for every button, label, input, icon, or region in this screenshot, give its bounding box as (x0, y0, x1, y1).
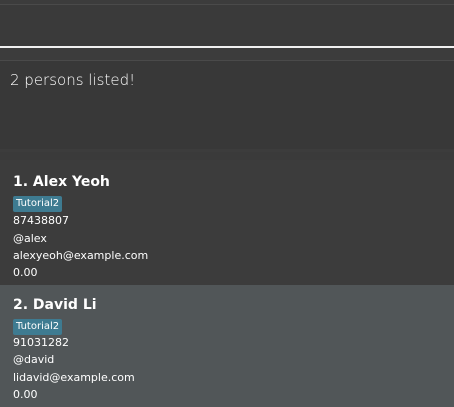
command-input-underline (0, 46, 454, 48)
person-phone: 91031282 (13, 336, 69, 349)
person-name: 2. David Li (13, 297, 97, 313)
person-email: lidavid@example.com (13, 371, 135, 384)
result-message: 2 persons listed! (10, 71, 136, 89)
person-phone: 87438807 (13, 214, 69, 227)
command-box (0, 0, 454, 55)
person-handle: @alex (13, 232, 47, 245)
tag-label: Tutorial2 (13, 319, 63, 335)
result-display-container: 2 persons listed! (0, 60, 454, 149)
result-display: 2 persons listed! (0, 56, 454, 152)
person-score: 0.00 (13, 388, 38, 401)
tag-label: Tutorial2 (13, 196, 63, 212)
person-name: 1. Alex Yeoh (13, 174, 110, 190)
person-card[interactable]: 2. David Li Tutorial2 91031282 @david li… (0, 285, 454, 407)
command-input[interactable] (0, 5, 454, 47)
person-card[interactable]: 1. Alex Yeoh Tutorial2 87438807 @alex al… (0, 162, 454, 285)
person-email: alexyeoh@example.com (13, 249, 149, 262)
person-score: 0.00 (13, 266, 38, 279)
person-handle: @david (13, 353, 55, 366)
person-list[interactable]: 1. Alex Yeoh Tutorial2 87438807 @alex al… (0, 162, 454, 407)
command-box-container (0, 4, 454, 47)
list-divider (0, 152, 454, 160)
